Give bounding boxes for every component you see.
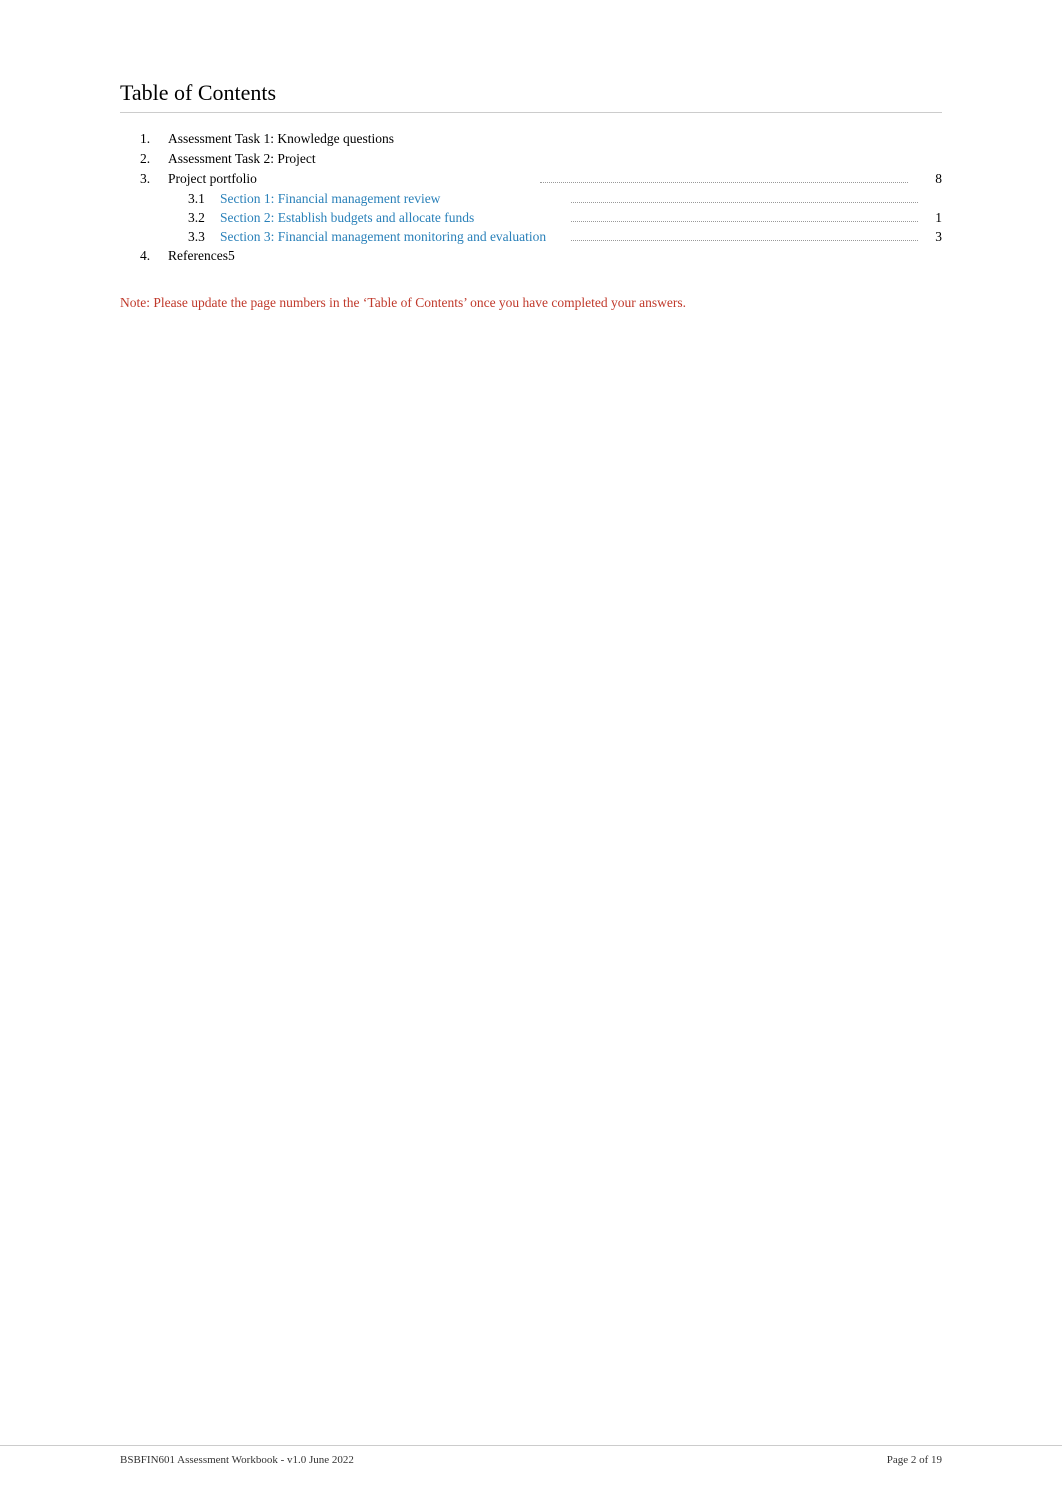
footer-left: BSBFIN601 Assessment Workbook - v1.0 Jun… [120,1454,354,1466]
footer-right: Page 2 of 19 [887,1454,942,1466]
toc-title: Table of Contents [120,80,942,113]
dots [540,182,908,183]
item-row: Project portfolio 8 [168,171,942,187]
toc-list: 1. Assessment Task 1: Knowledge question… [140,131,942,264]
subitem-link[interactable]: Section 1: Financial management review [220,191,567,207]
item-number: 2. [140,151,168,167]
item-number: 4. [140,248,168,264]
subitem-row: Section 1: Financial management review [220,191,942,207]
subitem-page: 1 [922,210,942,226]
dots [571,240,918,241]
subitem-page: 3 [922,229,942,245]
note-text: Note: Please update the page numbers in … [120,295,686,310]
list-item: 2. Assessment Task 2: Project [140,151,942,167]
list-item: 3.1 Section 1: Financial management revi… [188,191,942,207]
subitem-link[interactable]: Section 2: Establish budgets and allocat… [220,210,567,226]
item-label: Assessment Task 2: Project [168,151,912,167]
subitem-number: 3.3 [188,229,220,245]
dots [571,221,918,222]
dots [571,202,918,203]
list-item: 1. Assessment Task 1: Knowledge question… [140,131,942,147]
item-label: References5 [168,248,912,264]
subitem-row: Section 3: Financial management monitori… [220,229,942,245]
item-page: 8 [912,171,942,187]
page: Table of Contents 1. Assessment Task 1: … [0,0,1062,1506]
list-item: 4. References5 [140,248,942,264]
subitem-number: 3.1 [188,191,220,207]
note-block: Note: Please update the page numbers in … [120,292,720,314]
list-item: 3.2 Section 2: Establish budgets and all… [188,210,942,226]
list-item: 3. Project portfolio 8 [140,171,942,187]
subitem-link[interactable]: Section 3: Financial management monitori… [220,229,567,245]
subitem-row: Section 2: Establish budgets and allocat… [220,210,942,226]
footer: BSBFIN601 Assessment Workbook - v1.0 Jun… [0,1445,1062,1466]
toc-sublist: 3.1 Section 1: Financial management revi… [188,191,942,245]
item-number: 3. [140,171,168,187]
item-label: Project portfolio [168,171,536,187]
list-item: 3.3 Section 3: Financial management moni… [188,229,942,245]
item-label: Assessment Task 1: Knowledge questions [168,131,912,147]
item-number: 1. [140,131,168,147]
subitem-number: 3.2 [188,210,220,226]
